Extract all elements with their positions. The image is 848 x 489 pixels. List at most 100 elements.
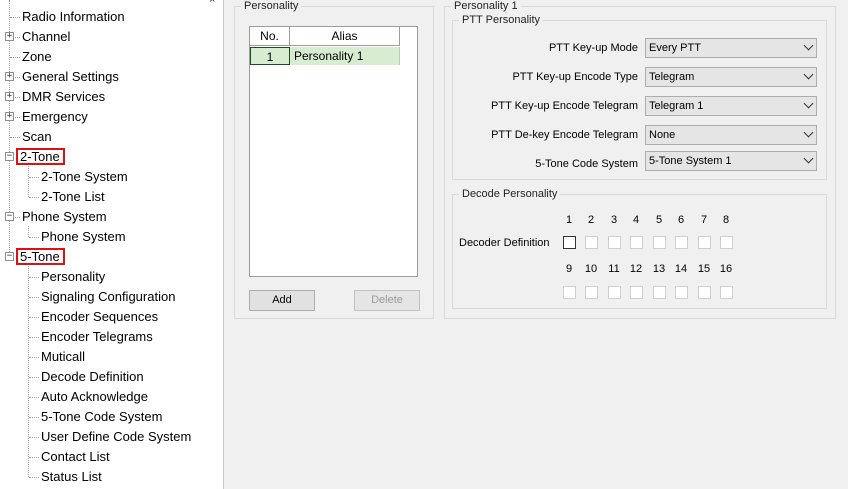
tree-item-muticall[interactable]: Muticall <box>39 347 87 367</box>
tree-item-5-tone[interactable]: 5-Tone <box>16 247 65 267</box>
expand-icon[interactable]: + <box>5 32 14 41</box>
tree-item-auto-acknowledge[interactable]: Auto Acknowledge <box>39 387 150 407</box>
tree-connector <box>10 57 20 58</box>
decoder-number: 10 <box>584 263 598 275</box>
decoder-checkbox-12[interactable] <box>630 286 643 299</box>
personality-group-title: Personality <box>244 0 299 12</box>
tree-item-general-settings[interactable]: General Settings <box>20 67 121 87</box>
tree-item-dmr-services[interactable]: DMR Services <box>20 87 107 107</box>
expand-icon[interactable]: + <box>5 112 14 121</box>
tree-item-5-tone-code-system[interactable]: 5-Tone Code System <box>39 407 164 427</box>
tree-item-radio-information[interactable]: Radio Information <box>20 7 127 27</box>
ptt-key-up-mode-select[interactable]: Every PTT <box>645 38 817 58</box>
ptt-key-up-encode-telegram-select[interactable]: Telegram 1 <box>645 96 817 116</box>
decoder-number: 16 <box>719 263 733 275</box>
tree-item-zone[interactable]: Zone <box>20 47 54 67</box>
personality-table[interactable]: No. Alias 1 Personality 1 <box>249 26 418 277</box>
decoder-checkbox-7[interactable] <box>698 236 711 249</box>
ptt-de-key-encode-telegram-select[interactable]: None <box>645 125 817 145</box>
decoder-checkbox-14[interactable] <box>675 286 688 299</box>
tree-item-2-tone-system[interactable]: 2-Tone System <box>39 167 130 187</box>
expand-icon[interactable]: + <box>5 92 14 101</box>
tree-connector <box>10 137 20 138</box>
decoder-number: 9 <box>565 263 573 275</box>
decoder-checkbox-13[interactable] <box>653 286 666 299</box>
cell-alias[interactable]: Personality 1 <box>290 47 400 65</box>
decoder-checkbox-5[interactable] <box>653 236 666 249</box>
decoder-definition-label: Decoder Definition <box>459 237 550 249</box>
tree-item-phone-system[interactable]: Phone System <box>20 207 109 227</box>
tree-connector <box>29 457 39 458</box>
tree-connector <box>10 17 20 18</box>
tree-connector <box>29 177 39 178</box>
decoder-number: 11 <box>608 263 620 275</box>
decoder-number: 12 <box>629 263 643 275</box>
collapse-icon[interactable]: − <box>5 212 14 221</box>
table-row[interactable]: 1 Personality 1 <box>250 47 400 65</box>
decoder-checkbox-16[interactable] <box>720 286 733 299</box>
decoder-checkbox-10[interactable] <box>585 286 598 299</box>
decoder-checkbox-1[interactable] <box>563 236 576 249</box>
decoder-checkbox-8[interactable] <box>720 236 733 249</box>
cell-no[interactable]: 1 <box>250 47 290 65</box>
tree-connector <box>29 197 39 198</box>
decoder-checkbox-15[interactable] <box>698 286 711 299</box>
tree-connector <box>29 237 39 238</box>
decoder-number: 8 <box>722 214 730 226</box>
expand-icon[interactable]: + <box>5 72 14 81</box>
tree-item-encoder-telegrams[interactable]: Encoder Telegrams <box>39 327 155 347</box>
decoder-number: 6 <box>677 214 685 226</box>
tree-item-emergency[interactable]: Emergency <box>20 107 90 127</box>
decoder-number: 5 <box>655 214 663 226</box>
close-icon[interactable]: × <box>209 0 215 6</box>
tree-item-status-list[interactable]: Status List <box>39 467 104 487</box>
collapse-icon[interactable]: − <box>5 152 14 161</box>
decoder-checkbox-3[interactable] <box>608 236 621 249</box>
tree-connector <box>29 317 39 318</box>
chevron-down-icon <box>803 40 814 51</box>
decoder-number: 4 <box>632 214 640 226</box>
navigation-tree[interactable]: × Radio Information + Channel Zone + Gen… <box>0 0 224 489</box>
tree-connector <box>28 226 29 237</box>
tree-item-user-define-code-system[interactable]: User Define Code System <box>39 427 193 447</box>
decoder-checkbox-6[interactable] <box>675 236 688 249</box>
ptt-key-up-encode-type-select[interactable]: Telegram <box>645 67 817 87</box>
tree-connector <box>29 297 39 298</box>
decoder-number: 1 <box>565 214 573 226</box>
table-header: No. Alias <box>250 27 400 46</box>
decoder-checkbox-4[interactable] <box>630 236 643 249</box>
tree-item-scan[interactable]: Scan <box>20 127 54 147</box>
delete-button[interactable]: Delete <box>354 290 420 311</box>
ptt-key-up-encode-telegram-label: PTT Key-up Encode Telegram <box>491 100 638 112</box>
add-button[interactable]: Add <box>249 290 315 311</box>
tree-connector <box>29 377 39 378</box>
chevron-down-icon <box>803 98 814 109</box>
tree-item-decode-definition[interactable]: Decode Definition <box>39 367 146 387</box>
decoder-checkbox-9[interactable] <box>563 286 576 299</box>
tree-item-encoder-sequences[interactable]: Encoder Sequences <box>39 307 160 327</box>
ptt-key-up-mode-label: PTT Key-up Mode <box>548 42 638 54</box>
tree-item-2-tone-list[interactable]: 2-Tone List <box>39 187 107 207</box>
tree-connector <box>29 417 39 418</box>
column-header-alias[interactable]: Alias <box>290 27 400 46</box>
tree-connector <box>29 397 39 398</box>
tree-item-2-tone[interactable]: 2-Tone <box>16 147 65 167</box>
tree-connector <box>29 477 39 478</box>
tree-connector <box>29 357 39 358</box>
decoder-number: 13 <box>652 263 666 275</box>
tree-item-personality[interactable]: Personality <box>39 267 107 287</box>
decoder-checkbox-2[interactable] <box>585 236 598 249</box>
personality-detail-title: Personality 1 <box>454 0 518 12</box>
tree-item-phone-system-child[interactable]: Phone System <box>39 227 128 247</box>
chevron-down-icon <box>803 69 814 80</box>
decode-personality-title: Decode Personality <box>462 188 558 200</box>
tree-item-contact-list[interactable]: Contact List <box>39 447 112 467</box>
column-header-no[interactable]: No. <box>250 27 290 46</box>
decoder-checkbox-11[interactable] <box>608 286 621 299</box>
five-tone-code-system-select[interactable]: 5-Tone System 1 <box>645 151 817 171</box>
tree-item-signaling-configuration[interactable]: Signaling Configuration <box>39 287 177 307</box>
tree-connector <box>29 337 39 338</box>
decoder-number: 14 <box>674 263 688 275</box>
tree-item-channel[interactable]: Channel <box>20 27 72 47</box>
collapse-icon[interactable]: − <box>5 252 14 261</box>
